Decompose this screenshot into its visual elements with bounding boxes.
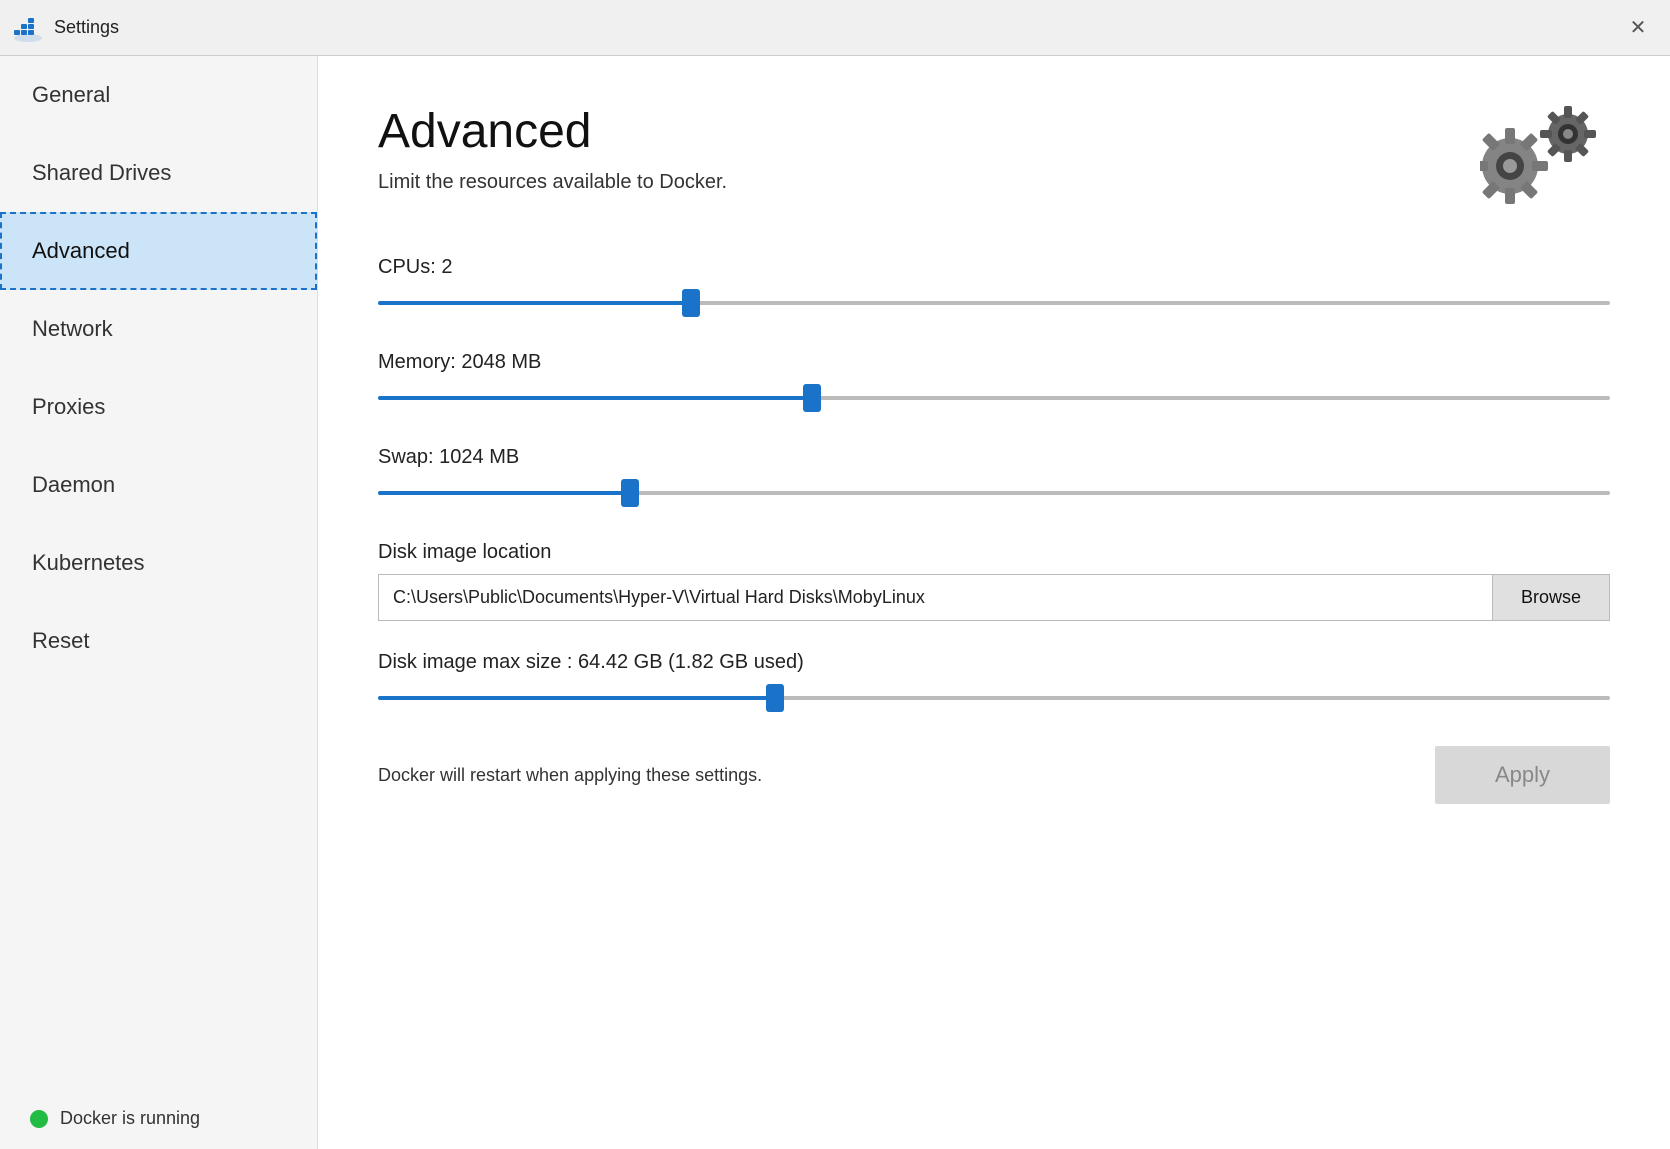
memory-slider-group: Memory: 2048 MB xyxy=(378,351,1610,416)
sidebar-item-shared-drives[interactable]: Shared Drives xyxy=(0,134,317,212)
disk-size-label: Disk image max size : 64.42 GB (1.82 GB … xyxy=(378,651,1610,674)
disk-location-input[interactable] xyxy=(379,575,1492,620)
cpus-slider-group: CPUs: 2 xyxy=(378,256,1610,321)
content-footer: Docker will restart when applying these … xyxy=(378,746,1610,804)
content-area: Advanced Limit the resources available t… xyxy=(318,56,1670,1149)
swap-label: Swap: 1024 MB xyxy=(378,446,1610,469)
content-title-block: Advanced Limit the resources available t… xyxy=(378,106,727,194)
page-title: Advanced xyxy=(378,106,727,159)
disk-location-row: Browse xyxy=(378,574,1610,621)
memory-label: Memory: 2048 MB xyxy=(378,351,1610,374)
advanced-icon xyxy=(1480,106,1610,226)
main-layout: General Shared Drives Advanced Network P… xyxy=(0,56,1670,1149)
sidebar-item-proxies[interactable]: Proxies xyxy=(0,368,317,446)
disk-location-label: Disk image location xyxy=(378,541,1610,564)
sidebar-item-advanced[interactable]: Advanced xyxy=(0,212,317,290)
disk-size-slider[interactable] xyxy=(378,696,1610,700)
footer-note: Docker will restart when applying these … xyxy=(378,765,762,786)
sidebar-item-general[interactable]: General xyxy=(0,56,317,134)
swap-slider-container xyxy=(378,475,1610,511)
window-title: Settings xyxy=(54,17,1618,38)
swap-slider-group: Swap: 1024 MB xyxy=(378,446,1610,511)
docker-icon xyxy=(12,12,44,44)
status-dot xyxy=(30,1110,48,1128)
sliders-section: CPUs: 2 Memory: 2048 MB Swap: 1024 MB xyxy=(378,256,1610,511)
content-header: Advanced Limit the resources available t… xyxy=(378,106,1610,226)
page-subtitle: Limit the resources available to Docker. xyxy=(378,171,727,194)
cpus-slider[interactable] xyxy=(378,301,1610,305)
memory-slider-container xyxy=(378,380,1610,416)
disk-size-slider-container xyxy=(378,680,1610,716)
swap-slider[interactable] xyxy=(378,491,1610,495)
sidebar-item-daemon[interactable]: Daemon xyxy=(0,446,317,524)
close-button[interactable]: ✕ xyxy=(1618,8,1658,48)
sidebar-item-network[interactable]: Network xyxy=(0,290,317,368)
sidebar-item-kubernetes[interactable]: Kubernetes xyxy=(0,524,317,602)
disk-size-slider-group: Disk image max size : 64.42 GB (1.82 GB … xyxy=(378,651,1610,716)
sidebar-item-reset[interactable]: Reset xyxy=(0,602,317,680)
titlebar: Settings ✕ xyxy=(0,0,1670,56)
memory-slider[interactable] xyxy=(378,396,1610,400)
sidebar: General Shared Drives Advanced Network P… xyxy=(0,56,318,1149)
docker-status-bar: Docker is running xyxy=(0,1088,317,1149)
disk-location-section: Disk image location Browse xyxy=(378,541,1610,621)
apply-button[interactable]: Apply xyxy=(1435,746,1610,804)
cpus-label: CPUs: 2 xyxy=(378,256,1610,279)
status-label: Docker is running xyxy=(60,1108,200,1129)
browse-button[interactable]: Browse xyxy=(1492,575,1609,620)
cpus-slider-container xyxy=(378,285,1610,321)
